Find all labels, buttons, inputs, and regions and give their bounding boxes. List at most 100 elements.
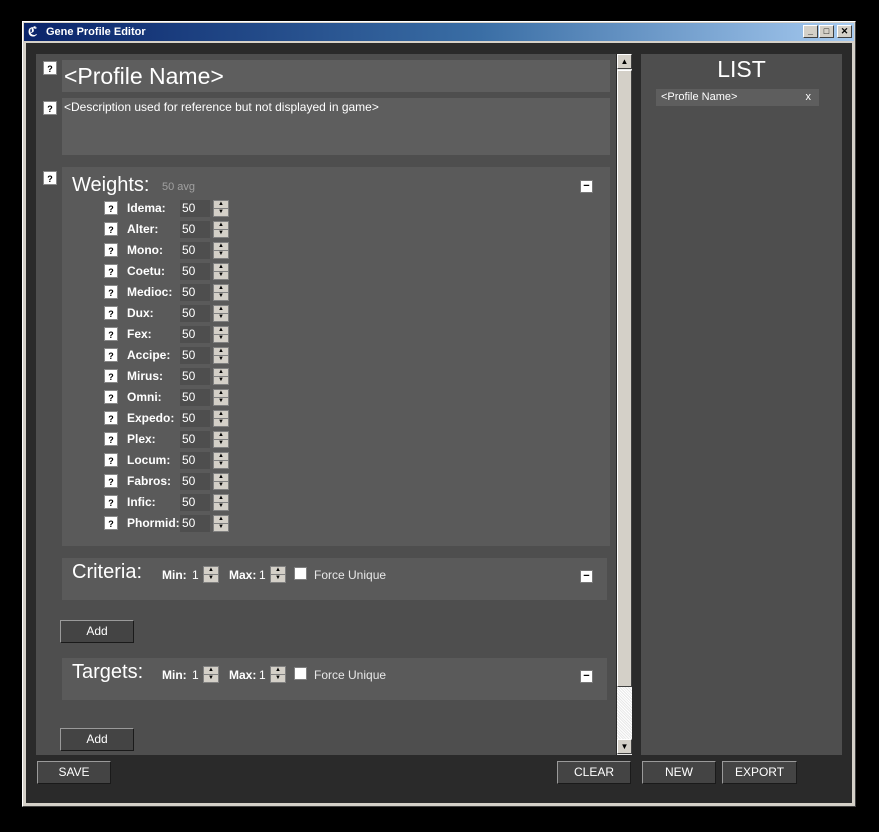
spin-up-icon[interactable]: ▲ xyxy=(214,474,228,482)
weight-help-icon[interactable]: ? xyxy=(104,201,118,215)
spin-up-icon[interactable]: ▲ xyxy=(214,264,228,272)
spin-down-icon[interactable]: ▼ xyxy=(214,419,228,426)
criteria-min-input[interactable]: 1 xyxy=(192,568,199,582)
weight-value-input[interactable]: 50 xyxy=(180,473,210,490)
spin-up-icon[interactable]: ▲ xyxy=(214,201,228,209)
spin-up-icon[interactable]: ▲ xyxy=(214,390,228,398)
weight-value-input[interactable]: 50 xyxy=(180,368,210,385)
criteria-min-spinner[interactable]: ▲ ▼ xyxy=(203,566,219,583)
spin-down-icon[interactable]: ▼ xyxy=(214,209,228,216)
spin-down-icon[interactable]: ▼ xyxy=(214,524,228,531)
targets-max-spinner[interactable]: ▲ ▼ xyxy=(270,666,286,683)
criteria-max-spinner[interactable]: ▲ ▼ xyxy=(270,566,286,583)
weight-value-input[interactable]: 50 xyxy=(180,347,210,364)
scroll-up-icon[interactable]: ▲ xyxy=(617,54,632,69)
export-button[interactable]: EXPORT xyxy=(722,761,797,784)
spin-up-icon[interactable]: ▲ xyxy=(214,243,228,251)
targets-force-unique-checkbox[interactable] xyxy=(294,667,307,680)
weight-spinner[interactable]: ▲ ▼ xyxy=(213,221,229,238)
weight-value-input[interactable]: 50 xyxy=(180,515,210,532)
scrollbar-track-remaining[interactable] xyxy=(617,687,632,739)
weight-spinner[interactable]: ▲ ▼ xyxy=(213,347,229,364)
weight-help-icon[interactable]: ? xyxy=(104,474,118,488)
spin-up-icon[interactable]: ▲ xyxy=(214,516,228,524)
targets-add-button[interactable]: Add xyxy=(60,728,134,751)
targets-min-spinner[interactable]: ▲ ▼ xyxy=(203,666,219,683)
profile-name-help-icon[interactable]: ? xyxy=(43,61,57,75)
spin-down-icon[interactable]: ▼ xyxy=(214,503,228,510)
weight-spinner[interactable]: ▲ ▼ xyxy=(213,242,229,259)
weight-value-input[interactable]: 50 xyxy=(180,200,210,217)
spin-up-icon[interactable]: ▲ xyxy=(214,369,228,377)
spin-down-icon[interactable]: ▼ xyxy=(214,293,228,300)
close-button[interactable]: ✕ xyxy=(837,25,852,38)
spin-down-icon[interactable]: ▼ xyxy=(214,482,228,489)
weight-help-icon[interactable]: ? xyxy=(104,432,118,446)
weight-help-icon[interactable]: ? xyxy=(104,222,118,236)
weight-value-input[interactable]: 50 xyxy=(180,494,210,511)
targets-collapse-button[interactable]: − xyxy=(580,670,593,683)
maximize-button[interactable]: □ xyxy=(819,25,834,38)
weight-value-input[interactable]: 50 xyxy=(180,305,210,322)
spin-up-icon[interactable]: ▲ xyxy=(214,348,228,356)
targets-max-input[interactable]: 1 xyxy=(259,668,266,682)
spin-up-icon[interactable]: ▲ xyxy=(204,667,218,675)
description-input[interactable]: <Description used for reference but not … xyxy=(62,98,610,155)
minimize-button[interactable]: _ xyxy=(803,25,818,38)
weight-help-icon[interactable]: ? xyxy=(104,411,118,425)
criteria-collapse-button[interactable]: − xyxy=(580,570,593,583)
weight-value-input[interactable]: 50 xyxy=(180,431,210,448)
spin-down-icon[interactable]: ▼ xyxy=(204,675,218,682)
weight-spinner[interactable]: ▲ ▼ xyxy=(213,368,229,385)
weight-spinner[interactable]: ▲ ▼ xyxy=(213,515,229,532)
weight-spinner[interactable]: ▲ ▼ xyxy=(213,452,229,469)
weight-value-input[interactable]: 50 xyxy=(180,221,210,238)
criteria-force-unique-checkbox[interactable] xyxy=(294,567,307,580)
scroll-down-icon[interactable]: ▼ xyxy=(617,739,632,754)
weight-value-input[interactable]: 50 xyxy=(180,389,210,406)
weights-help-icon[interactable]: ? xyxy=(43,171,57,185)
spin-down-icon[interactable]: ▼ xyxy=(214,251,228,258)
clear-button[interactable]: CLEAR xyxy=(557,761,631,784)
weight-spinner[interactable]: ▲ ▼ xyxy=(213,389,229,406)
spin-up-icon[interactable]: ▲ xyxy=(204,567,218,575)
weight-help-icon[interactable]: ? xyxy=(104,264,118,278)
weight-help-icon[interactable]: ? xyxy=(104,453,118,467)
weight-help-icon[interactable]: ? xyxy=(104,306,118,320)
weight-value-input[interactable]: 50 xyxy=(180,326,210,343)
description-help-icon[interactable]: ? xyxy=(43,101,57,115)
save-button[interactable]: SAVE xyxy=(37,761,111,784)
targets-min-input[interactable]: 1 xyxy=(192,668,199,682)
weight-help-icon[interactable]: ? xyxy=(104,285,118,299)
weight-help-icon[interactable]: ? xyxy=(104,516,118,530)
weight-spinner[interactable]: ▲ ▼ xyxy=(213,305,229,322)
weight-spinner[interactable]: ▲ ▼ xyxy=(213,473,229,490)
weight-value-input[interactable]: 50 xyxy=(180,242,210,259)
spin-up-icon[interactable]: ▲ xyxy=(214,327,228,335)
spin-down-icon[interactable]: ▼ xyxy=(214,461,228,468)
weight-spinner[interactable]: ▲ ▼ xyxy=(213,263,229,280)
weight-help-icon[interactable]: ? xyxy=(104,348,118,362)
weight-value-input[interactable]: 50 xyxy=(180,284,210,301)
weight-help-icon[interactable]: ? xyxy=(104,369,118,383)
spin-down-icon[interactable]: ▼ xyxy=(271,675,285,682)
weight-spinner[interactable]: ▲ ▼ xyxy=(213,200,229,217)
spin-up-icon[interactable]: ▲ xyxy=(214,285,228,293)
criteria-max-input[interactable]: 1 xyxy=(259,568,266,582)
weight-spinner[interactable]: ▲ ▼ xyxy=(213,431,229,448)
weight-help-icon[interactable]: ? xyxy=(104,495,118,509)
new-button[interactable]: NEW xyxy=(642,761,716,784)
spin-down-icon[interactable]: ▼ xyxy=(214,335,228,342)
weight-value-input[interactable]: 50 xyxy=(180,263,210,280)
spin-up-icon[interactable]: ▲ xyxy=(214,432,228,440)
weight-value-input[interactable]: 50 xyxy=(180,410,210,427)
weights-collapse-button[interactable]: − xyxy=(580,180,593,193)
spin-down-icon[interactable]: ▼ xyxy=(204,575,218,582)
spin-up-icon[interactable]: ▲ xyxy=(214,453,228,461)
scrollbar-thumb[interactable] xyxy=(617,70,632,687)
weight-spinner[interactable]: ▲ ▼ xyxy=(213,284,229,301)
weight-spinner[interactable]: ▲ ▼ xyxy=(213,494,229,511)
remove-item-button[interactable]: x xyxy=(806,89,812,106)
spin-down-icon[interactable]: ▼ xyxy=(214,377,228,384)
spin-down-icon[interactable]: ▼ xyxy=(214,440,228,447)
